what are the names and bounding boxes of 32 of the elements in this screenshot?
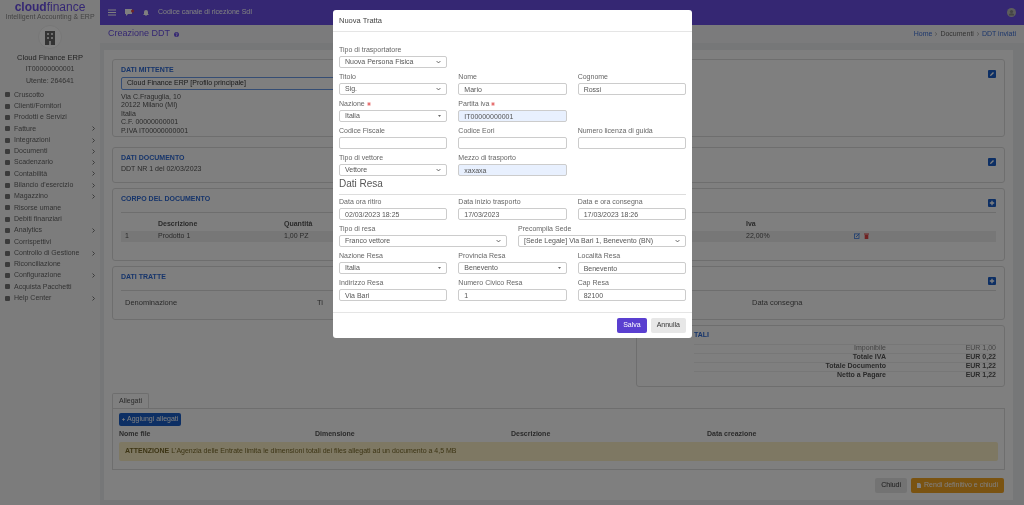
chevron-icon <box>436 168 442 172</box>
chevron-icon <box>92 250 95 256</box>
chevron-icon <box>675 239 680 243</box>
page-title: Creazione DDT <box>108 27 171 41</box>
caret-icon <box>438 115 442 117</box>
chevron-icon <box>436 60 442 64</box>
help-icon[interactable] <box>174 31 180 37</box>
edit-icon[interactable] <box>988 70 996 78</box>
chat-icon[interactable] <box>125 8 134 17</box>
section-heading: Dati Resa <box>339 177 383 191</box>
caret-icon <box>557 267 561 269</box>
chevron-icon <box>92 273 95 279</box>
input-field[interactable] <box>577 137 686 149</box>
plus-icon[interactable] <box>988 199 996 207</box>
brand-logo: cloudfinance <box>14 1 86 14</box>
input-field[interactable] <box>458 137 567 149</box>
document-icon <box>917 483 922 488</box>
bell-icon[interactable] <box>143 9 149 16</box>
edit-icon[interactable] <box>854 233 860 239</box>
caret-icon <box>438 267 442 269</box>
edit-icon[interactable] <box>988 158 996 166</box>
chevron-icon <box>92 295 95 301</box>
avatar-icon[interactable] <box>1007 8 1016 17</box>
chevron-icon <box>92 227 95 233</box>
input-field[interactable] <box>339 137 448 149</box>
trash-icon[interactable] <box>864 233 869 239</box>
plus-icon[interactable] <box>988 277 996 285</box>
menu-icon[interactable] <box>108 9 116 16</box>
chevron-icon <box>436 87 442 91</box>
building-icon <box>44 29 56 45</box>
chevron-icon <box>496 239 501 243</box>
plus-icon <box>122 417 125 421</box>
